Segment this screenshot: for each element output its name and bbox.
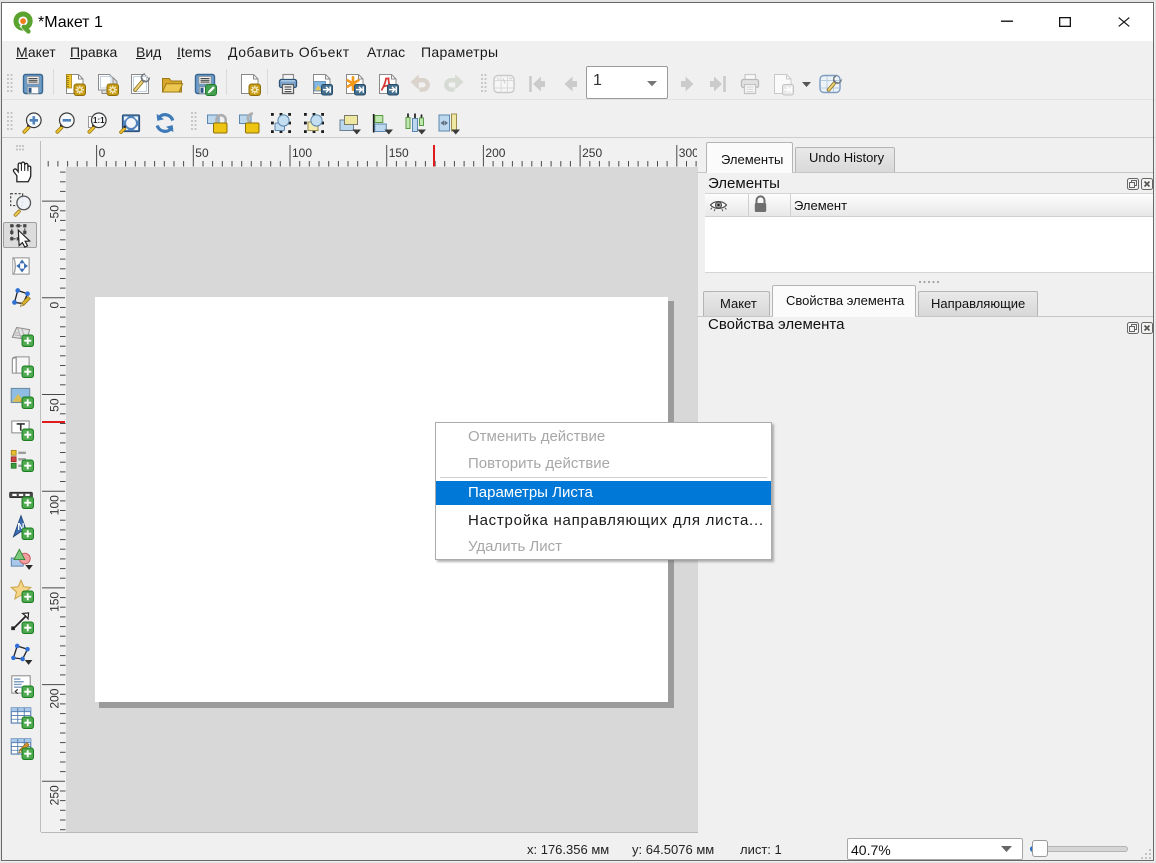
- svg-text:50: 50: [48, 398, 62, 412]
- svg-text:100: 100: [48, 495, 62, 515]
- svg-text:50: 50: [195, 146, 209, 160]
- svg-text:300: 300: [679, 146, 697, 160]
- svg-text:150: 150: [389, 146, 409, 160]
- svg-text:200: 200: [485, 146, 505, 160]
- svg-text:250: 250: [582, 146, 602, 160]
- svg-text:1:1: 1:1: [93, 116, 105, 125]
- svg-text:0: 0: [48, 301, 62, 308]
- svg-text:0: 0: [99, 146, 106, 160]
- svg-text:100: 100: [292, 146, 312, 160]
- svg-text:250: 250: [48, 785, 62, 805]
- svg-text:-50: -50: [48, 205, 62, 223]
- svg-text:200: 200: [48, 688, 62, 708]
- svg-text:150: 150: [48, 592, 62, 612]
